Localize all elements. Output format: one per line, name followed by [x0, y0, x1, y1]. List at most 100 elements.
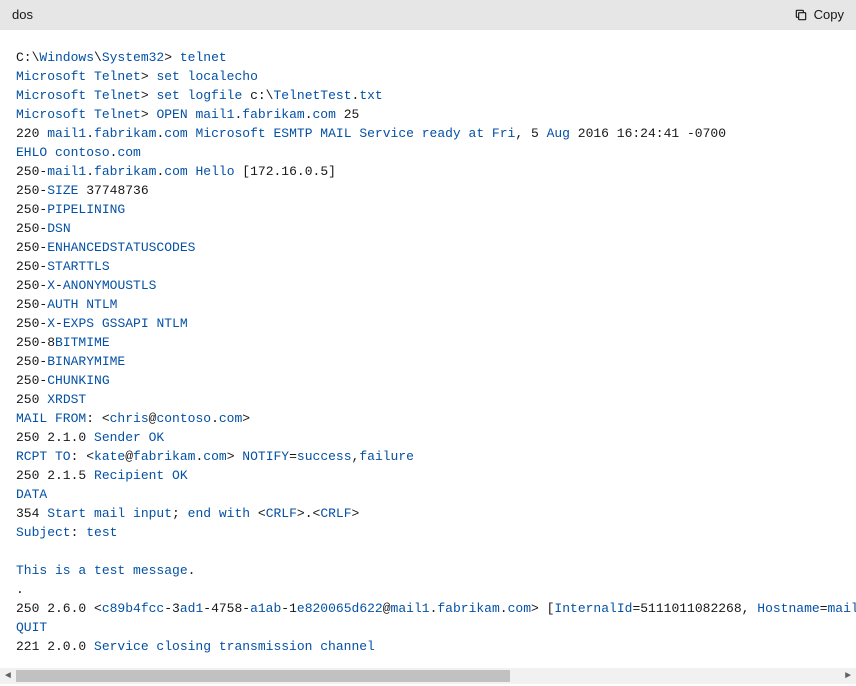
code-token: 250- — [16, 202, 47, 217]
code-token: . — [211, 411, 219, 426]
code-token: 250- — [16, 221, 47, 236]
code-line: 250 XRDST — [16, 390, 840, 409]
code-line: Microsoft Telnet> set localecho — [16, 67, 840, 86]
code-token: -3 — [164, 601, 180, 616]
code-token: success — [297, 449, 352, 464]
code-token: ad1 — [180, 601, 203, 616]
code-token: . — [500, 601, 508, 616]
code-token: 250- — [16, 297, 47, 312]
code-token: . — [305, 107, 313, 122]
code-token: logfile — [188, 88, 243, 103]
scroll-track[interactable] — [16, 668, 840, 684]
code-token: > — [141, 69, 157, 84]
code-token: : < — [71, 449, 94, 464]
code-token: 354 — [16, 506, 47, 521]
code-line: 221 2.0.0 Service closing transmission c… — [16, 637, 840, 656]
code-token: 250- — [16, 240, 47, 255]
code-line: C:\Windows\System32> telnet — [16, 48, 840, 67]
code-token: txt — [359, 88, 382, 103]
code-token: C:\ — [16, 50, 39, 65]
scroll-thumb[interactable] — [16, 670, 510, 682]
code-token: com — [117, 145, 140, 160]
code-line: QUIT — [16, 618, 840, 637]
code-token: STARTTLS — [47, 259, 109, 274]
code-token: a1ab — [250, 601, 281, 616]
code-token: . — [16, 582, 24, 597]
code-token: c89b4fcc — [102, 601, 164, 616]
code-token: chris — [110, 411, 149, 426]
code-content[interactable]: C:\Windows\System32> telnetMicrosoft Tel… — [0, 30, 856, 668]
code-token: 221 2.0.0 — [16, 639, 94, 654]
code-line: Subject: test — [16, 523, 840, 542]
code-line: 250-BINARYMIME — [16, 352, 840, 371]
code-token: mail1 — [47, 126, 86, 141]
code-token: mail1 — [391, 601, 430, 616]
code-token: 250- — [16, 373, 47, 388]
code-token: e820065d622 — [297, 601, 383, 616]
code-token: PIPELINING — [47, 202, 125, 217]
code-token: > — [352, 506, 360, 521]
code-token: Microsoft Telnet — [16, 107, 141, 122]
code-token: Sender OK — [94, 430, 164, 445]
code-token: 250 — [16, 392, 47, 407]
code-token: contoso — [156, 411, 211, 426]
code-token: >.< — [297, 506, 320, 521]
code-token: -1 — [281, 601, 297, 616]
code-token: end with — [188, 506, 250, 521]
code-token: 250 2.1.0 — [16, 430, 94, 445]
code-token: This is a test message — [16, 563, 188, 578]
code-token: fabrikam — [94, 164, 156, 179]
code-token: @ — [383, 601, 391, 616]
code-line: 250-SIZE 37748736 — [16, 181, 840, 200]
code-line: 250-8BITMIME — [16, 333, 840, 352]
code-token: System32 — [102, 50, 164, 65]
code-token: DSN — [47, 221, 70, 236]
code-token: . — [86, 164, 94, 179]
code-token: localecho — [188, 69, 258, 84]
code-token: 250- — [16, 316, 47, 331]
code-line: RCPT TO: <kate@fabrikam.com> NOTIFY=succ… — [16, 447, 840, 466]
code-token: Hostname — [757, 601, 819, 616]
code-line: 354 Start mail input; end with <CRLF>.<C… — [16, 504, 840, 523]
code-token — [180, 69, 188, 84]
code-token: TelnetTest — [273, 88, 351, 103]
scroll-right-arrow[interactable]: ► — [840, 668, 856, 684]
code-token: CHUNKING — [47, 373, 109, 388]
code-token: > — [141, 107, 157, 122]
copy-button[interactable]: Copy — [794, 5, 844, 24]
code-line: 250-STARTTLS — [16, 257, 840, 276]
code-line: 250-CHUNKING — [16, 371, 840, 390]
code-line: MAIL FROM: <chris@contoso.com> — [16, 409, 840, 428]
code-line: Microsoft Telnet> set logfile c:\TelnetT… — [16, 86, 840, 105]
code-token: ENHANCEDSTATUSCODES — [47, 240, 195, 255]
code-token: 250- — [16, 164, 47, 179]
scroll-left-arrow[interactable]: ◄ — [0, 668, 16, 684]
code-token: 250 2.1.5 — [16, 468, 94, 483]
code-token: test — [86, 525, 117, 540]
code-token: MAIL FROM — [16, 411, 86, 426]
code-line: This is a test message. — [16, 561, 840, 580]
code-token: 250- — [16, 278, 47, 293]
code-token: 220 — [16, 126, 47, 141]
code-line: EHLO contoso.com — [16, 143, 840, 162]
code-token: mail1 — [47, 164, 86, 179]
code-token: Windows — [39, 50, 94, 65]
code-token: 250- — [16, 183, 47, 198]
code-line: 250-mail1.fabrikam.com Hello [172.16.0.5… — [16, 162, 840, 181]
code-token: X — [47, 278, 55, 293]
code-token: RCPT TO — [16, 449, 71, 464]
code-token: > — [227, 449, 243, 464]
code-line: Microsoft Telnet> OPEN mail1.fabrikam.co… — [16, 105, 840, 124]
code-line: 250-AUTH NTLM — [16, 295, 840, 314]
code-token: EHLO contoso — [16, 145, 110, 160]
code-token: Microsoft Telnet — [16, 88, 141, 103]
code-line: 250 2.6.0 <c89b4fcc-3ad1-4758-a1ab-1e820… — [16, 599, 840, 618]
code-token: Start mail input — [47, 506, 172, 521]
code-token: = — [289, 449, 297, 464]
code-token: - — [55, 316, 63, 331]
code-token: AUTH NTLM — [47, 297, 117, 312]
code-token: com — [313, 107, 336, 122]
horizontal-scrollbar[interactable]: ◄ ► — [0, 668, 856, 684]
code-line — [16, 542, 840, 561]
code-token: Microsoft Telnet — [16, 69, 141, 84]
